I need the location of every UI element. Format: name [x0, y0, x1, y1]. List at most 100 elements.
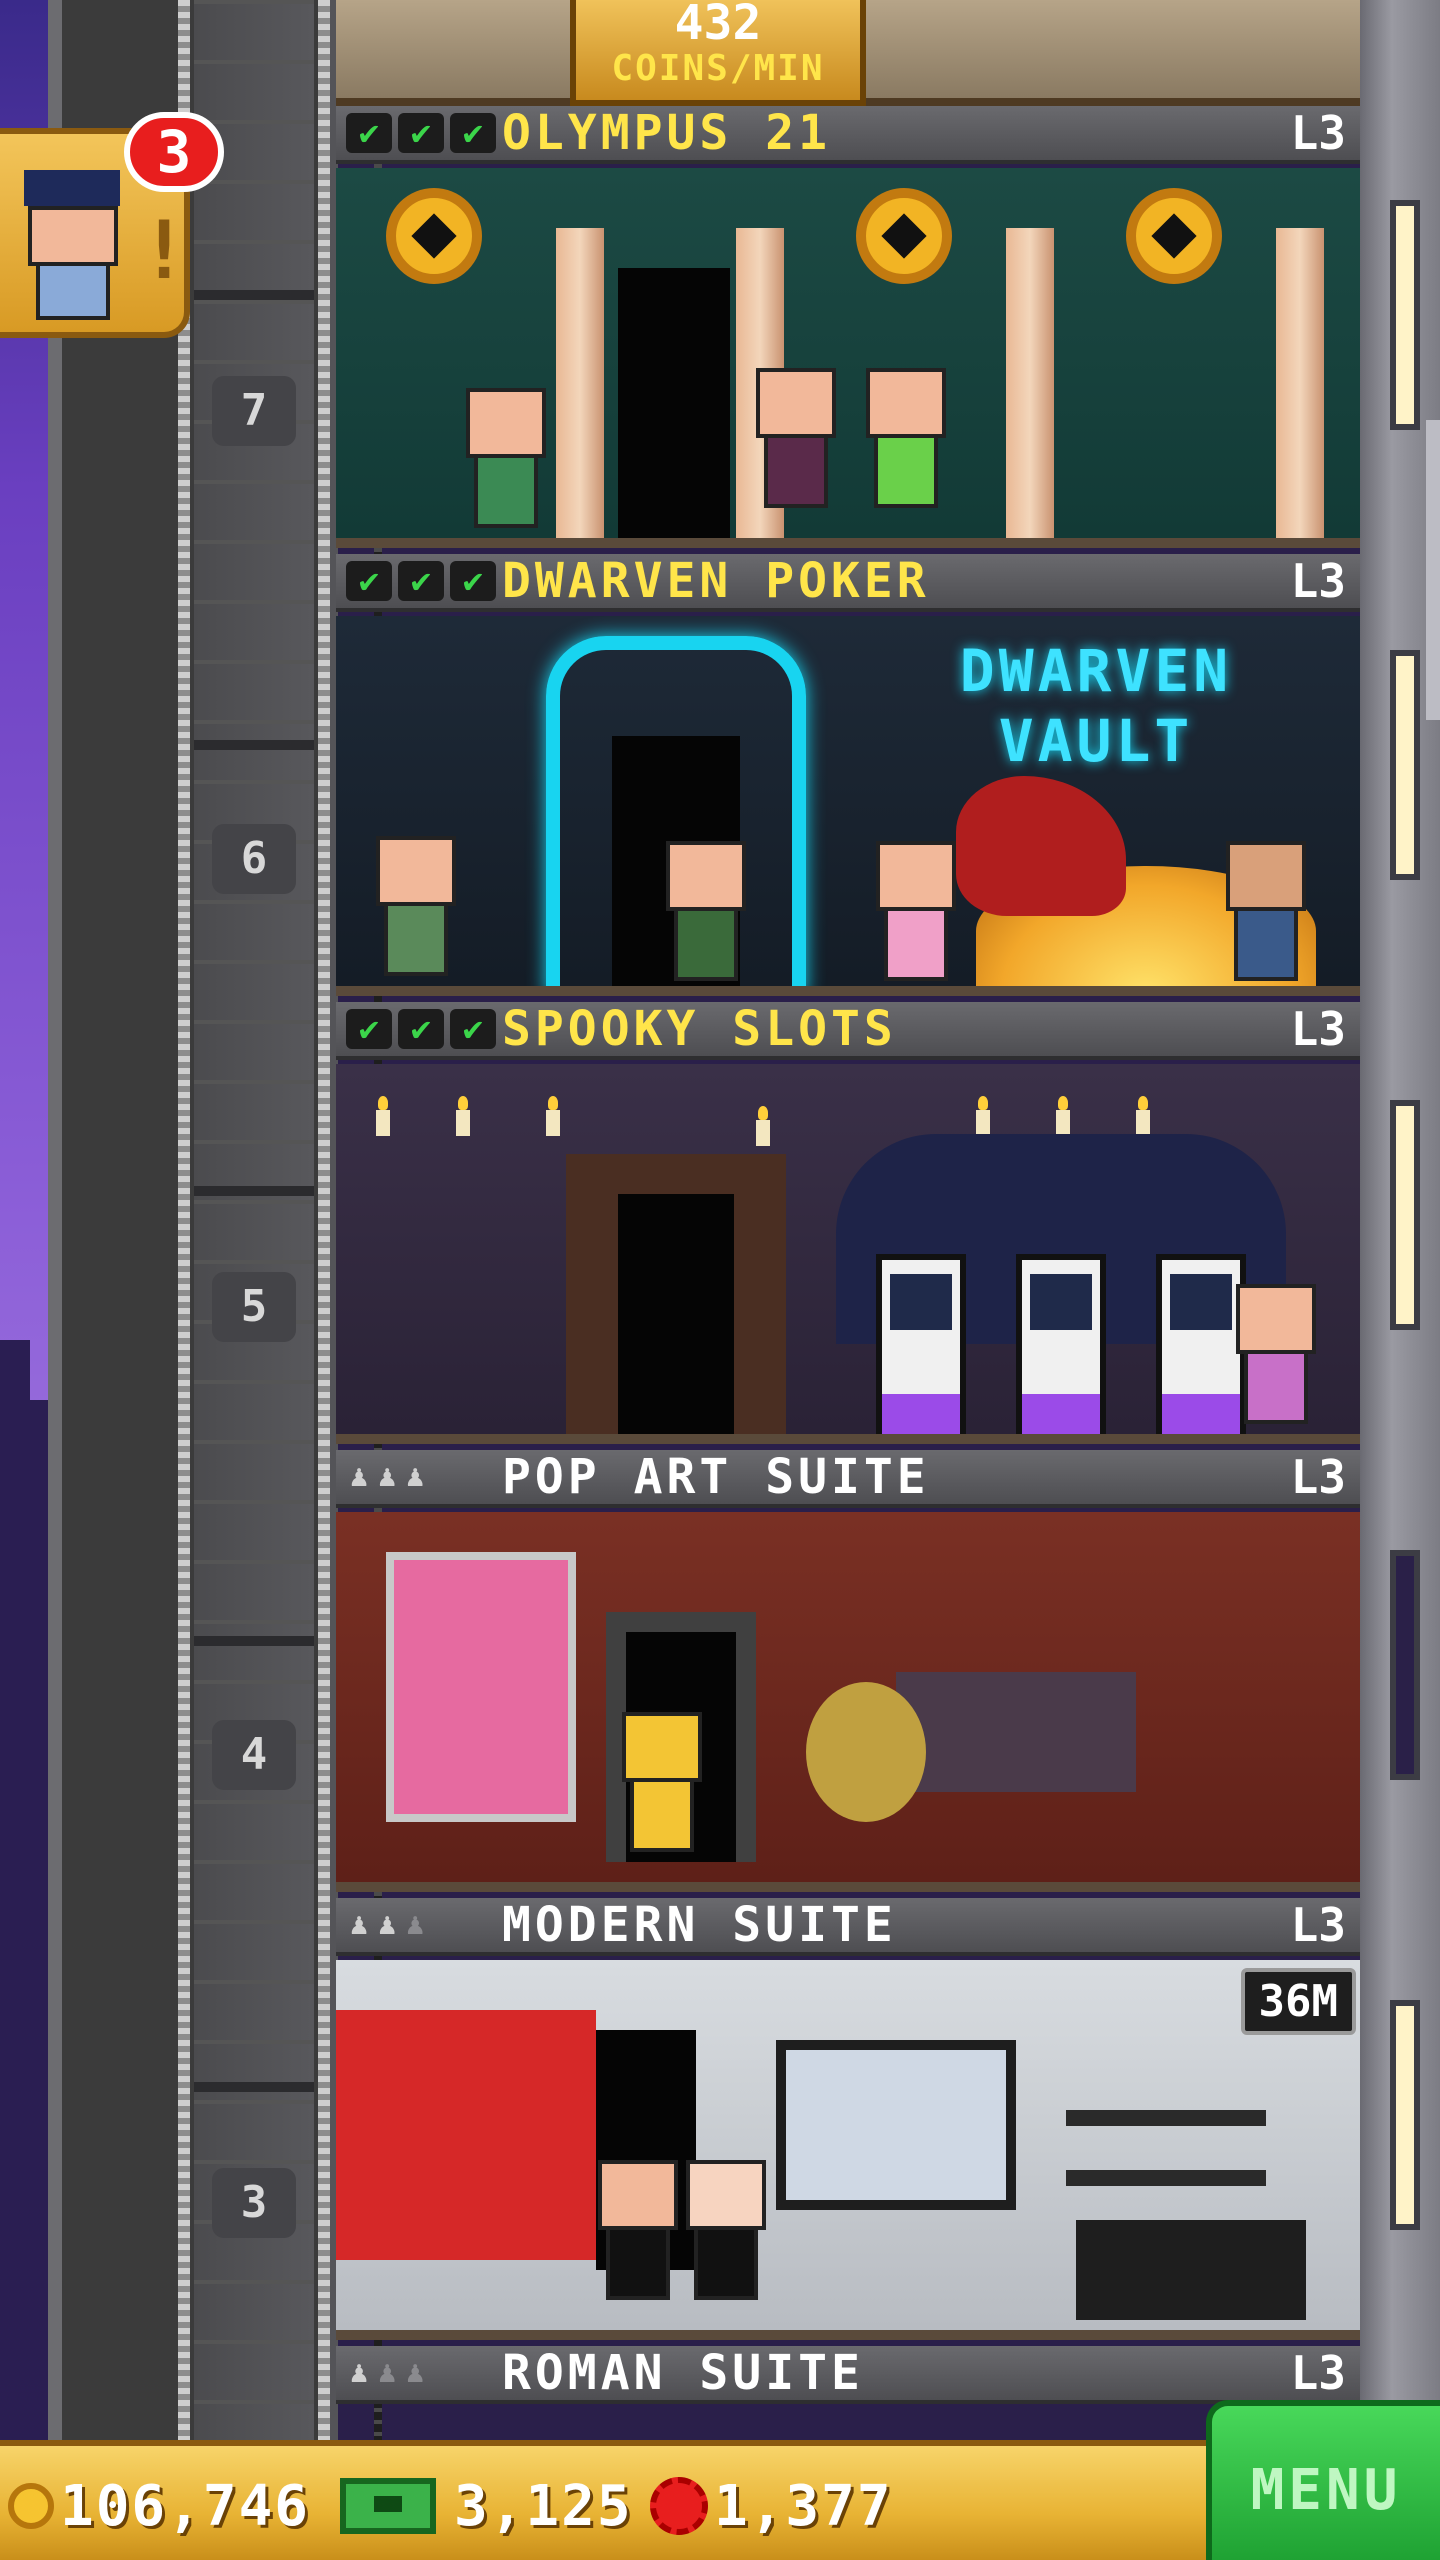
bitizen-character[interactable] — [876, 841, 956, 981]
floor-label-bar[interactable]: ✔ ✔ ✔ SPOOKY SLOTS L3 — [336, 1001, 1360, 1060]
bitizen-character[interactable] — [376, 836, 456, 976]
candle-icon — [976, 1096, 990, 1136]
slot-machine[interactable] — [1156, 1254, 1246, 1434]
stock-checks: ✔ ✔ ✔ — [346, 113, 502, 153]
check-icon: ✔ — [398, 561, 444, 601]
floor-level: L3 — [1290, 554, 1346, 608]
candle-icon — [376, 1096, 390, 1136]
slot-machine[interactable] — [1016, 1254, 1106, 1434]
floor-number-7: 7 — [212, 376, 296, 446]
floor-level: L3 — [1290, 2346, 1346, 2400]
check-icon: ✔ — [346, 1009, 392, 1049]
bitizen-character[interactable] — [1236, 1284, 1316, 1424]
wall-shelf — [1066, 2110, 1266, 2126]
lit-window — [1390, 200, 1420, 430]
red-wall-panel — [336, 2010, 596, 2260]
floor-label-bar[interactable]: ♟ ♟ ♟ MODERN SUITE L3 — [336, 1897, 1360, 1956]
floor-label-bar[interactable]: ✔ ✔ ✔ OLYMPUS 21 L3 — [336, 105, 1360, 164]
floor-level: L3 — [1290, 1002, 1346, 1056]
candle-icon — [546, 1096, 560, 1136]
casino-chip-icon — [650, 2477, 708, 2535]
bitizen-character[interactable] — [756, 368, 836, 508]
floor-title: DWARVEN POKER — [502, 553, 930, 609]
pop-art-painting — [386, 1552, 576, 1822]
wall-shelf — [896, 1672, 1136, 1792]
dwarven-room-scene[interactable]: DWARVEN VAULT — [336, 616, 1360, 996]
floor-label-bar[interactable]: ♟ ♟ ♟ POP ART SUITE L3 — [336, 1449, 1360, 1508]
floor-title: OLYMPUS 21 — [502, 105, 831, 161]
resident-icon: ♟ — [406, 1907, 425, 1942]
stock-checks: ✔ ✔ ✔ — [346, 1009, 502, 1049]
candle-icon — [456, 1096, 470, 1136]
bitizen-character[interactable] — [466, 388, 546, 528]
marble-pillar — [1006, 228, 1054, 538]
floor-number-3: 3 — [212, 2168, 296, 2238]
pop-art-room-scene[interactable] — [336, 1512, 1360, 1892]
check-icon: ✔ — [346, 561, 392, 601]
resident-icon: ♟ — [406, 1459, 425, 1494]
resident-indicators: ♟ ♟ ♟ — [350, 1905, 502, 1945]
floor-level: L3 — [1290, 1450, 1346, 1504]
coins-counter[interactable]: 106,746 — [8, 2446, 310, 2560]
bitizen-character[interactable] — [666, 841, 746, 981]
bitizen-character[interactable] — [866, 368, 946, 508]
tophat-character[interactable] — [686, 2160, 766, 2300]
floor-level: L3 — [1290, 106, 1346, 160]
shaft-wall — [194, 0, 314, 2440]
shaft-rail-left — [178, 0, 190, 2440]
floor-price-tag[interactable]: 36M — [1240, 1968, 1356, 2035]
city-skyline — [0, 1340, 48, 2440]
dwarven-vault-sign: DWARVEN VAULT — [959, 637, 1233, 775]
resident-icon: ♟ — [406, 2355, 425, 2390]
chips-counter[interactable]: 1,377 — [650, 2446, 893, 2560]
floor-number-5: 5 — [212, 1272, 296, 1342]
candle-icon — [756, 1106, 770, 1146]
shaft-floor-divider — [194, 740, 314, 750]
floor-title: SPOOKY SLOTS — [502, 1001, 897, 1057]
modern-room-scene[interactable]: 36M — [336, 1960, 1360, 2340]
resident-icon: ♟ — [350, 1459, 369, 1494]
marble-pillar — [556, 228, 604, 538]
candle-icon — [1136, 1096, 1150, 1136]
casino-chip-decoration-icon — [386, 188, 482, 284]
elevator-door — [618, 1194, 734, 1434]
dwarf-wizard-character[interactable] — [1226, 841, 1306, 981]
scroll-edge-handle[interactable] — [1426, 420, 1440, 720]
notification-count-badge[interactable]: 3 — [124, 112, 224, 192]
coin-icon — [8, 2483, 54, 2529]
resident-icon: ♟ — [350, 1907, 369, 1942]
chicken-costume-character[interactable] — [622, 1712, 702, 1852]
chips-value: 1,377 — [714, 2473, 893, 2539]
wall-shelf — [1066, 2170, 1266, 2186]
wall-clock — [806, 1682, 926, 1822]
menu-button[interactable]: MENU — [1206, 2400, 1440, 2560]
resident-icon: ♟ — [378, 1459, 397, 1494]
spooky-room-scene[interactable] — [336, 1064, 1360, 1444]
lit-window — [1390, 1100, 1420, 1330]
check-icon: ✔ — [450, 113, 496, 153]
elevator-door — [618, 268, 730, 538]
resident-icon: ♟ — [378, 1907, 397, 1942]
shaft-floor-divider — [194, 290, 314, 300]
resident-icon: ♟ — [378, 2355, 397, 2390]
lit-window — [1390, 650, 1420, 880]
floor-label-bar[interactable]: ♟ ♟ ♟ ROMAN SUITE L3 — [336, 2345, 1360, 2404]
lit-window — [1390, 2000, 1420, 2230]
resident-indicators: ♟ ♟ ♟ — [350, 1457, 502, 1497]
tophat-character[interactable] — [598, 2160, 678, 2300]
elevator-shaft[interactable]: 7 6 5 4 3 — [48, 0, 382, 2440]
casino-chip-decoration-icon — [856, 188, 952, 284]
doorman-avatar-icon — [18, 170, 128, 320]
income-tag[interactable]: 432 COINS/MIN — [570, 0, 866, 106]
bux-counter[interactable]: 3,125 — [340, 2446, 633, 2560]
check-icon: ✔ — [398, 113, 444, 153]
coins-value: 106,746 — [60, 2473, 311, 2539]
income-unit: COINS/MIN — [611, 48, 825, 89]
olympus-room-scene[interactable] — [336, 168, 1360, 548]
resident-indicators: ♟ ♟ ♟ — [350, 2353, 502, 2393]
slot-machine[interactable] — [876, 1254, 966, 1434]
alert-icon: ! — [140, 204, 189, 297]
floor-label-bar[interactable]: ✔ ✔ ✔ DWARVEN POKER L3 — [336, 553, 1360, 612]
marble-pillar — [1276, 228, 1324, 538]
check-icon: ✔ — [346, 113, 392, 153]
